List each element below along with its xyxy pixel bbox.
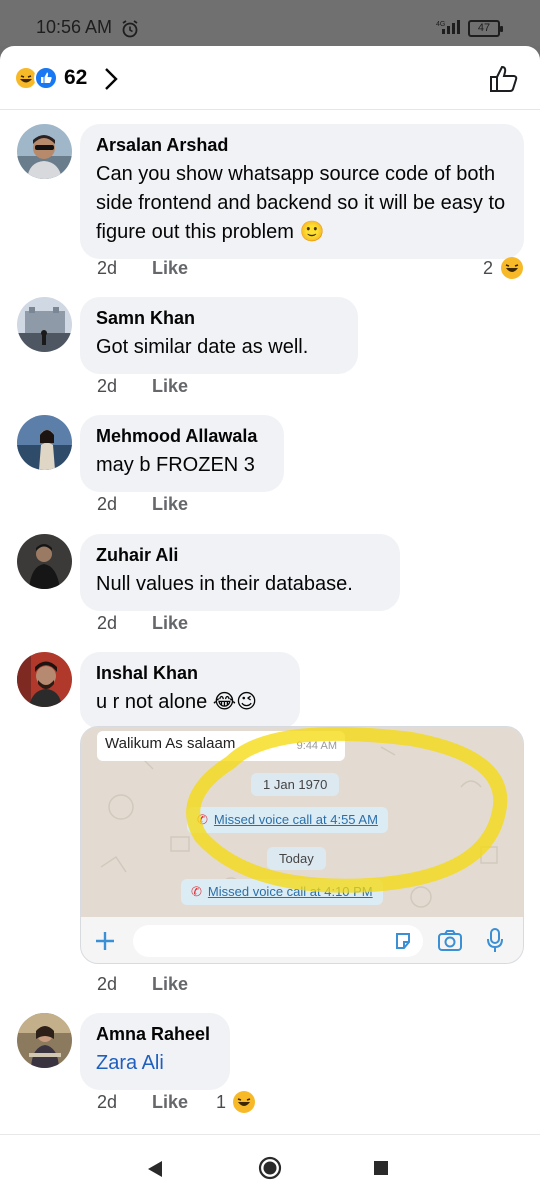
- battery-indicator: 47: [468, 20, 503, 37]
- comment-time: 2d: [97, 1092, 118, 1112]
- avatar[interactable]: [17, 1013, 72, 1068]
- comment-text: Null values in their database.: [96, 573, 353, 595]
- like-button[interactable]: Like: [152, 974, 188, 995]
- reaction-stack: [14, 66, 62, 90]
- message-input[interactable]: [133, 925, 423, 957]
- comment-text: Can you show whatsapp source code of bot…: [96, 163, 506, 243]
- like-button[interactable]: Like: [152, 376, 188, 397]
- mentioned-user-link[interactable]: Zara Ali: [96, 1049, 214, 1078]
- reactions-header[interactable]: 62: [0, 46, 540, 110]
- svg-text:4G: 4G: [436, 21, 445, 28]
- avatar[interactable]: [17, 415, 72, 470]
- comment-time: 2d: [97, 974, 118, 994]
- camera-icon[interactable]: [437, 929, 463, 953]
- comment-author[interactable]: Amna Raheel: [96, 1023, 214, 1045]
- comment-author[interactable]: Mehmood Allawala: [96, 425, 268, 447]
- back-triangle-icon[interactable]: [146, 1159, 164, 1179]
- comment-reaction-count[interactable]: 2: [483, 258, 493, 279]
- chat-background: Walikum As salaam 9:44 AM 1 Jan 1970 ✆ Mi…: [81, 727, 523, 917]
- avatar[interactable]: [17, 534, 72, 589]
- comment-bubble[interactable]: Arsalan Arshad Can you show whatsapp sou…: [80, 124, 524, 259]
- like-button[interactable]: Like: [152, 1092, 188, 1113]
- like-button[interactable]: Like: [152, 494, 188, 515]
- comment-time: 2d: [97, 494, 118, 514]
- thumbs-up-outline-icon[interactable]: [488, 64, 520, 94]
- comment-text: may b FROZEN 3: [96, 454, 255, 476]
- comment-author[interactable]: Arsalan Arshad: [96, 134, 508, 156]
- like-button[interactable]: Like: [152, 258, 188, 279]
- attached-screenshot[interactable]: Walikum As salaam 9:44 AM 1 Jan 1970 ✆ Mi…: [80, 726, 524, 964]
- navigation-bar: [0, 1134, 540, 1200]
- home-circle-icon[interactable]: [258, 1156, 282, 1180]
- comment-bubble[interactable]: Amna Raheel Zara Ali: [80, 1013, 230, 1090]
- chat-input-bar: [81, 917, 523, 963]
- comment-author[interactable]: Samn Khan: [96, 307, 342, 329]
- signal-bars-icon: 4G: [436, 20, 460, 34]
- haha-icon: [233, 1091, 255, 1113]
- plus-icon[interactable]: [93, 929, 117, 953]
- like-button[interactable]: Like: [152, 613, 188, 634]
- comment-author[interactable]: Inshal Khan: [96, 662, 284, 684]
- avatar[interactable]: [17, 652, 72, 707]
- comment-time: 2d: [97, 613, 118, 633]
- haha-icon: [501, 257, 523, 279]
- comment-bubble[interactable]: Zuhair Ali Null values in their database…: [80, 534, 400, 611]
- avatar[interactable]: [17, 297, 72, 352]
- comment-text: Got similar date as well.: [96, 336, 309, 358]
- alarm-clock-icon: [122, 20, 138, 38]
- recents-square-icon[interactable]: [373, 1160, 389, 1176]
- comment-bubble[interactable]: Inshal Khan u r not alone 😂😉: [80, 652, 300, 729]
- status-bar: 10:56 AM 4G 47: [0, 0, 540, 46]
- sticker-icon[interactable]: [393, 931, 413, 951]
- highlight-circle: [186, 727, 508, 893]
- comments-sheet: 62 Arsalan Arshad Can you show whatsapp …: [0, 46, 540, 1200]
- reaction-count: 62: [64, 66, 88, 89]
- comment-time: 2d: [97, 376, 118, 396]
- status-time: 10:56 AM: [36, 17, 113, 37]
- microphone-icon[interactable]: [485, 927, 505, 955]
- comment-bubble[interactable]: Samn Khan Got similar date as well.: [80, 297, 358, 374]
- like-reaction-icon: [34, 66, 58, 90]
- comment-time: 2d: [97, 258, 118, 278]
- chevron-right-icon[interactable]: [102, 66, 120, 92]
- comment-text: u r not alone 😂😉: [96, 691, 257, 713]
- avatar[interactable]: [17, 124, 72, 179]
- comment-reaction-count[interactable]: 1: [216, 1092, 226, 1113]
- comment-author[interactable]: Zuhair Ali: [96, 544, 384, 566]
- comment-bubble[interactable]: Mehmood Allawala may b FROZEN 3: [80, 415, 284, 492]
